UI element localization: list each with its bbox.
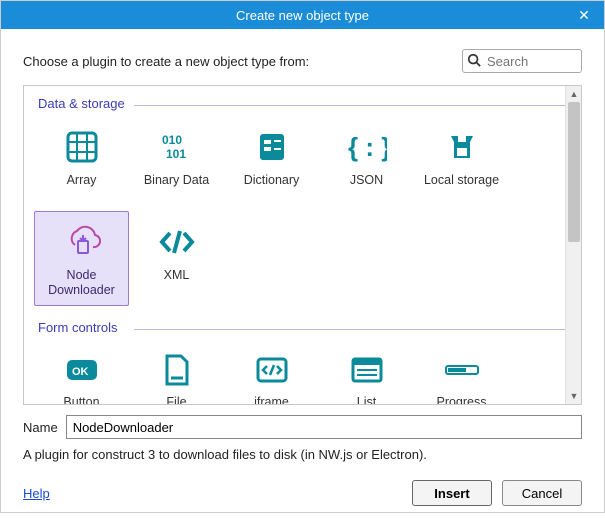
svg-text:010: 010 xyxy=(162,133,182,147)
svg-text:{ : }: { : } xyxy=(348,132,387,162)
progress-icon xyxy=(444,363,480,377)
file-icon xyxy=(163,354,191,386)
plugin-list-pane: Data & storage Array 010101 Binary Data xyxy=(23,85,582,405)
json-icon: { : } xyxy=(347,130,387,164)
help-link[interactable]: Help xyxy=(23,486,50,501)
plugin-item-iframe[interactable]: iframe xyxy=(224,340,319,404)
plugin-label: Progress xyxy=(432,395,490,404)
plugin-description: A plugin for construct 3 to download fil… xyxy=(23,447,582,462)
plugin-item-dictionary[interactable]: Dictionary xyxy=(224,116,319,211)
plugin-label: Node Downloader xyxy=(35,268,128,298)
section-divider xyxy=(134,329,571,330)
insert-button[interactable]: Insert xyxy=(412,480,492,506)
scroll-down-arrow-icon[interactable]: ▼ xyxy=(566,388,582,404)
plugin-label: JSON xyxy=(346,173,387,188)
node-downloader-icon xyxy=(63,225,101,259)
xml-icon xyxy=(158,227,196,257)
section-grid-form-controls: OK Button File iframe xyxy=(34,340,571,404)
search-wrapper xyxy=(462,49,582,73)
dialog-title: Create new object type xyxy=(236,8,369,23)
section-divider xyxy=(134,105,571,106)
plugin-item-node-downloader[interactable]: Node Downloader xyxy=(34,211,129,306)
plugin-label: Button xyxy=(59,395,103,404)
dictionary-icon xyxy=(255,130,289,164)
close-button[interactable]: ✕ xyxy=(564,1,604,29)
scrollbar[interactable]: ▲ ▼ xyxy=(565,86,581,404)
plugin-label: File xyxy=(162,395,190,404)
name-input[interactable] xyxy=(66,415,582,439)
svg-text:OK: OK xyxy=(72,366,89,378)
plugin-item-file[interactable]: File xyxy=(129,340,224,404)
prompt-text: Choose a plugin to create a new object t… xyxy=(23,54,309,69)
search-icon xyxy=(467,53,481,67)
plugin-item-list[interactable]: List xyxy=(319,340,414,404)
plugin-item-local-storage[interactable]: Local storage xyxy=(414,116,509,211)
cancel-button[interactable]: Cancel xyxy=(502,480,582,506)
plugin-item-array[interactable]: Array xyxy=(34,116,129,211)
plugin-item-binary-data[interactable]: 010101 Binary Data xyxy=(129,116,224,211)
button-icon: OK xyxy=(64,357,100,383)
plugin-label: Array xyxy=(63,173,101,188)
plugin-label: Local storage xyxy=(420,173,503,188)
plugin-item-progress[interactable]: Progress xyxy=(414,340,509,404)
scrollbar-thumb[interactable] xyxy=(568,102,580,242)
plugin-item-xml[interactable]: XML xyxy=(129,211,224,306)
local-storage-icon xyxy=(445,130,479,164)
list-icon xyxy=(350,356,384,384)
iframe-icon xyxy=(255,356,289,384)
scroll-up-arrow-icon[interactable]: ▲ xyxy=(566,86,582,102)
dialog-titlebar: Create new object type ✕ xyxy=(1,1,604,29)
plugin-item-button[interactable]: OK Button xyxy=(34,340,129,404)
plugin-label: Binary Data xyxy=(140,173,213,188)
plugin-item-json[interactable]: { : } JSON xyxy=(319,116,414,211)
section-title-data-storage: Data & storage xyxy=(38,96,125,111)
section-title-form-controls: Form controls xyxy=(38,320,117,335)
array-icon xyxy=(65,130,99,164)
plugin-label: iframe xyxy=(250,395,293,404)
svg-text:101: 101 xyxy=(166,147,186,161)
plugin-label: Dictionary xyxy=(240,173,304,188)
plugin-label: List xyxy=(353,395,380,404)
name-label: Name xyxy=(23,420,58,435)
section-grid-data-storage: Array 010101 Binary Data Dictionary xyxy=(34,116,571,306)
close-icon: ✕ xyxy=(578,7,590,24)
plugin-label: XML xyxy=(160,268,194,283)
binary-icon: 010101 xyxy=(160,132,194,162)
